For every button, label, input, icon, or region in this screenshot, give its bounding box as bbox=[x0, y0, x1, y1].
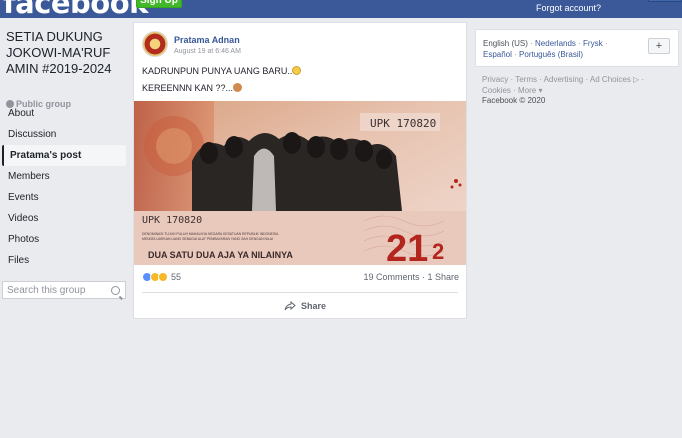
current-language: English (US) bbox=[483, 39, 528, 48]
nav-item-discussion[interactable]: Discussion bbox=[2, 124, 126, 145]
post-timestamp[interactable]: August 19 at 6:46 AM bbox=[174, 48, 241, 55]
shrug-emoji-icon bbox=[233, 83, 243, 92]
reaction-count: 55 bbox=[171, 272, 182, 283]
nav-item-files[interactable]: Files bbox=[2, 250, 126, 271]
nav-item-videos[interactable]: Videos bbox=[2, 208, 126, 229]
wow-reaction-icon bbox=[158, 272, 168, 283]
footer-link-privacy[interactable]: Privacy bbox=[482, 75, 508, 84]
language-list: English (US) · Nederlands · Frysk · Espa… bbox=[483, 39, 608, 59]
group-search bbox=[2, 281, 126, 299]
comments-count-link[interactable]: 19 Comments bbox=[363, 272, 419, 282]
top-navigation-bar: facebook Sign Up Forgot account? bbox=[0, 0, 682, 18]
footer-link-ad-choices[interactable]: Ad Choices bbox=[590, 75, 631, 84]
denomination-main: 21 bbox=[386, 228, 428, 265]
post-text-line-1: KADRUNPUN PUNYA UANG BARU.. bbox=[142, 66, 293, 76]
author-avatar[interactable] bbox=[142, 31, 168, 57]
serial-number-top: UPK 170820 bbox=[370, 117, 436, 130]
shares-count-link[interactable]: 1 Share bbox=[427, 272, 459, 282]
footer-links: Privacy · Terms · Advertising · Ad Choic… bbox=[482, 75, 645, 95]
ad-choices-icon: ▷ bbox=[630, 75, 640, 84]
nav-item-photos[interactable]: Photos bbox=[2, 229, 126, 250]
post-text: KADRUNPUN PUNYA UANG BARU.. KEREENNN KAN… bbox=[142, 63, 460, 97]
sign-up-button[interactable]: Sign Up bbox=[136, 0, 182, 8]
footer-link-terms[interactable]: Terms bbox=[515, 75, 537, 84]
footer-link-advertising[interactable]: Advertising bbox=[544, 75, 584, 84]
post-text-line-2: KEREENNN KAN ??... bbox=[142, 83, 234, 93]
language-link-nederlands[interactable]: Nederlands bbox=[535, 39, 576, 48]
language-selector-box: English (US) · Nederlands · Frysk · Espa… bbox=[475, 29, 679, 67]
search-input[interactable] bbox=[3, 282, 103, 298]
reactions-summary[interactable]: 55 bbox=[142, 271, 181, 283]
footer-link-cookies[interactable]: Cookies bbox=[482, 86, 511, 95]
denomination-sub: 2 bbox=[432, 239, 444, 264]
banknote-small-text-2: MENGELUARKAN UANG SEBAGAI ALAT PEMBAYARA… bbox=[142, 237, 273, 241]
share-icon bbox=[284, 301, 296, 311]
banknote-caption: DUA SATU DUA AJA YA NILAINYA bbox=[148, 250, 293, 260]
money-mouth-emoji-icon bbox=[292, 66, 302, 75]
language-link-portugues[interactable]: Português (Brasil) bbox=[519, 50, 583, 59]
add-language-button[interactable]: + bbox=[648, 38, 670, 54]
post-stats: 19 Comments · 1 Share bbox=[363, 272, 459, 282]
copyright: Facebook © 2020 bbox=[482, 96, 546, 105]
group-nav: About Discussion Pratama's post Members … bbox=[2, 103, 126, 271]
share-button[interactable]: Share bbox=[284, 298, 326, 314]
group-sidebar: SETIA DUKUNG JOKOWI-MA'RUF AMIN #2019-20… bbox=[0, 18, 130, 438]
login-button[interactable] bbox=[648, 0, 682, 2]
post-image[interactable]: UPK 170820 UPK 170820 DENOMINASI TUJUH P… bbox=[134, 101, 466, 265]
group-title[interactable]: SETIA DUKUNG JOKOWI-MA'RUF AMIN #2019-20… bbox=[6, 29, 126, 77]
language-link-espanol[interactable]: Español bbox=[483, 50, 512, 59]
post-card: Pratama Adnan August 19 at 6:46 AM KADRU… bbox=[133, 22, 467, 319]
forgot-account-link[interactable]: Forgot account? bbox=[536, 3, 601, 13]
nav-item-members[interactable]: Members bbox=[2, 166, 126, 187]
nav-item-events[interactable]: Events bbox=[2, 187, 126, 208]
banknote-small-text-1: DENOMINASI TUJUH PULUH MAHALNYA NEGARA K… bbox=[142, 232, 279, 236]
author-name[interactable]: Pratama Adnan bbox=[174, 35, 240, 45]
banknote-image: UPK 170820 UPK 170820 DENOMINASI TUJUH P… bbox=[134, 101, 466, 265]
language-link-frysk[interactable]: Frysk bbox=[583, 39, 603, 48]
more-chevron-icon: ▾ bbox=[536, 86, 543, 95]
facebook-logo[interactable]: facebook bbox=[3, 0, 148, 18]
search-icon[interactable] bbox=[111, 286, 120, 295]
footer-link-more[interactable]: More bbox=[518, 86, 536, 95]
serial-number-bottom: UPK 170820 bbox=[142, 215, 202, 226]
action-divider bbox=[142, 292, 458, 293]
nav-item-pratamas-post[interactable]: Pratama's post bbox=[2, 145, 126, 166]
share-button-label: Share bbox=[301, 301, 327, 311]
nav-item-about[interactable]: About bbox=[2, 103, 126, 124]
